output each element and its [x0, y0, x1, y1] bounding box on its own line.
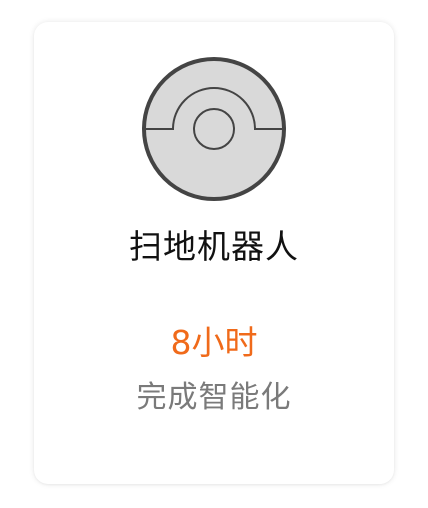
robot-vacuum-card[interactable]: 扫地机器人 8小时 完成智能化	[34, 22, 394, 484]
robot-vacuum-icon	[142, 57, 286, 201]
duration-value: 8小时	[170, 323, 258, 362]
device-title: 扫地机器人	[129, 227, 299, 266]
status-subtitle: 完成智能化	[136, 380, 292, 415]
